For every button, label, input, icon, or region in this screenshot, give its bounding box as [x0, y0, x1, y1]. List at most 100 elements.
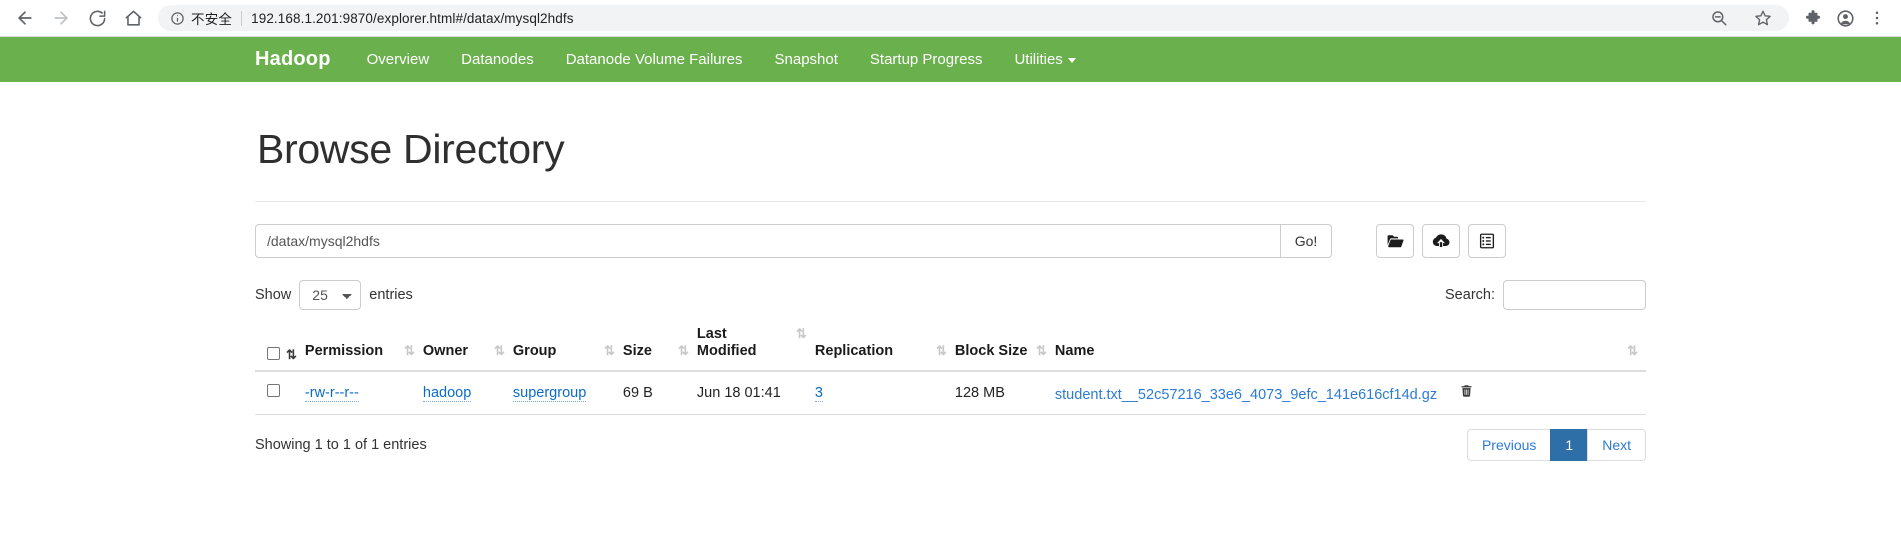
permission-value[interactable]: -rw-r--r-- — [304, 384, 359, 402]
chrome-actions — [1799, 4, 1891, 32]
cell-name: student.txt__52c57216_33e6_4073_9efc_141… — [1054, 370, 1646, 415]
cell-block-size: 128 MB — [954, 370, 1055, 415]
star-icon[interactable] — [1749, 4, 1777, 32]
sort-icon: ⇅ — [678, 343, 689, 359]
cell-owner: hadoop — [422, 370, 513, 415]
select-all-checkbox[interactable] — [267, 346, 280, 360]
zoom-out-icon[interactable] — [1705, 4, 1733, 32]
navigation-buttons — [10, 3, 148, 33]
search-label: Search: — [1445, 287, 1495, 303]
sort-icon: ⇅ — [404, 343, 415, 359]
sort-icon: ⇅ — [796, 326, 807, 341]
table-footer: Showing 1 to 1 of 1 entries Previous 1 N… — [255, 428, 1646, 461]
table-controls: Show 25 50 100 entries Search: — [255, 280, 1646, 310]
go-button[interactable]: Go! — [1280, 224, 1332, 258]
column-last-modified-label: Last Modified — [696, 326, 757, 360]
cut-paste-list-icon[interactable] — [1468, 224, 1506, 258]
omnibox-divider — [241, 10, 243, 26]
column-permission[interactable]: Permission ⇅ — [304, 326, 423, 372]
path-toolbar: Go! — [255, 224, 1646, 258]
table-row: -rw-r--r-- hadoop supergroup 69 B Jun 18… — [255, 370, 1646, 415]
sort-icon: ⇅ — [604, 343, 615, 359]
column-block-size[interactable]: Block Size ⇅ — [954, 326, 1055, 372]
search-input[interactable] — [1503, 280, 1646, 310]
back-arrow-icon[interactable] — [10, 3, 40, 33]
column-replication-label: Replication — [814, 343, 894, 360]
column-permission-label: Permission — [304, 343, 384, 360]
pagination-page-1[interactable]: 1 — [1550, 428, 1589, 461]
cell-group: supergroup — [512, 370, 623, 415]
nav-item-utilities-label: Utilities — [1014, 51, 1063, 68]
address-bar[interactable]: 不安全 192.168.1.201:9870/explorer.html#/da… — [158, 5, 1789, 31]
path-input-group: Go! — [255, 224, 1332, 258]
directory-tools — [1376, 224, 1506, 258]
cell-size: 69 B — [622, 370, 697, 415]
sort-icon: ⇅ — [494, 343, 505, 359]
sort-icon: ⇅ — [936, 343, 947, 359]
cell-permission: -rw-r--r-- — [304, 370, 423, 415]
column-block-size-label: Block Size — [954, 343, 1028, 360]
column-group-label: Group — [512, 343, 557, 360]
nav-item-snapshot[interactable]: Snapshot — [775, 51, 838, 68]
sort-icon: ⇅ — [286, 346, 297, 362]
hadoop-navbar: Hadoop Overview Datanodes Datanode Volum… — [0, 36, 1901, 82]
security-status-label: 不安全 — [191, 12, 233, 27]
nav-item-datanodes[interactable]: Datanodes — [461, 51, 534, 68]
replication-value[interactable]: 3 — [814, 384, 823, 402]
column-name-label: Name — [1054, 343, 1095, 360]
show-label: Show — [255, 287, 292, 303]
brand-hadoop[interactable]: Hadoop — [255, 48, 331, 71]
chevron-down-icon — [1067, 57, 1076, 63]
row-select-cell[interactable] — [255, 370, 305, 415]
info-circle-icon[interactable] — [170, 11, 185, 26]
cell-replication: 3 — [814, 370, 955, 415]
search-control: Search: — [1445, 280, 1646, 310]
row-checkbox[interactable] — [267, 384, 280, 398]
directory-path-input[interactable] — [255, 224, 1280, 258]
group-value[interactable]: supergroup — [512, 384, 587, 402]
column-select-all[interactable]: ⇅ — [255, 326, 305, 372]
column-owner[interactable]: Owner ⇅ — [422, 326, 513, 372]
home-icon[interactable] — [118, 3, 148, 33]
pagination-next[interactable]: Next — [1587, 428, 1646, 461]
column-last-modified[interactable]: Last Modified ⇅ — [696, 326, 815, 372]
nav-item-overview[interactable]: Overview — [367, 51, 430, 68]
omnibox-actions — [1705, 4, 1783, 32]
file-name-link[interactable]: student.txt__52c57216_33e6_4073_9efc_141… — [1055, 387, 1437, 403]
pagination-previous[interactable]: Previous — [1466, 428, 1552, 461]
nav-item-datanode-volume-failures[interactable]: Datanode Volume Failures — [566, 51, 743, 68]
sort-icon: ⇅ — [1036, 343, 1047, 359]
owner-value[interactable]: hadoop — [422, 384, 472, 402]
trash-icon[interactable] — [1459, 385, 1474, 403]
column-size[interactable]: Size ⇅ — [622, 326, 697, 372]
column-replication[interactable]: Replication ⇅ — [814, 326, 955, 372]
main-content: Browse Directory Go! Show 25 50 100 — [0, 126, 1901, 461]
table-header-row: ⇅ Permission ⇅ Owner ⇅ Group ⇅ Size ⇅ Last M… — [255, 326, 1646, 372]
column-owner-label: Owner — [422, 343, 469, 360]
file-listing-table: ⇅ Permission ⇅ Owner ⇅ Group ⇅ Size ⇅ Last M… — [255, 326, 1646, 415]
account-avatar-icon[interactable] — [1831, 4, 1859, 32]
column-group[interactable]: Group ⇅ — [512, 326, 623, 372]
sort-icon: ⇅ — [1627, 343, 1638, 359]
entries-info: Showing 1 to 1 of 1 entries — [255, 436, 427, 453]
three-dot-menu-icon[interactable] — [1863, 4, 1891, 32]
nav-item-utilities[interactable]: Utilities — [1014, 51, 1076, 68]
upload-cloud-icon[interactable] — [1422, 224, 1460, 258]
nav-item-startup-progress[interactable]: Startup Progress — [870, 51, 983, 68]
table-body: -rw-r--r-- hadoop supergroup 69 B Jun 18… — [255, 370, 1646, 415]
column-size-label: Size — [622, 343, 652, 360]
url-text: 192.168.1.201:9870/explorer.html#/datax/… — [251, 10, 574, 26]
forward-arrow-icon[interactable] — [46, 3, 76, 33]
cell-last-modified: Jun 18 01:41 — [696, 370, 815, 415]
pagination: Previous 1 Next — [1466, 428, 1646, 461]
puzzle-piece-icon[interactable] — [1799, 4, 1827, 32]
new-directory-icon[interactable] — [1376, 224, 1414, 258]
page-title: Browse Directory — [257, 126, 565, 172]
page-length-select[interactable]: 25 50 100 — [299, 280, 362, 310]
column-name[interactable]: Name ⇅ — [1054, 326, 1646, 372]
table-header: ⇅ Permission ⇅ Owner ⇅ Group ⇅ Size ⇅ Last M… — [255, 326, 1646, 372]
title-divider — [255, 201, 1646, 202]
entries-label: entries — [369, 287, 413, 303]
browser-toolbar: 不安全 192.168.1.201:9870/explorer.html#/da… — [0, 0, 1901, 36]
reload-icon[interactable] — [82, 3, 112, 33]
